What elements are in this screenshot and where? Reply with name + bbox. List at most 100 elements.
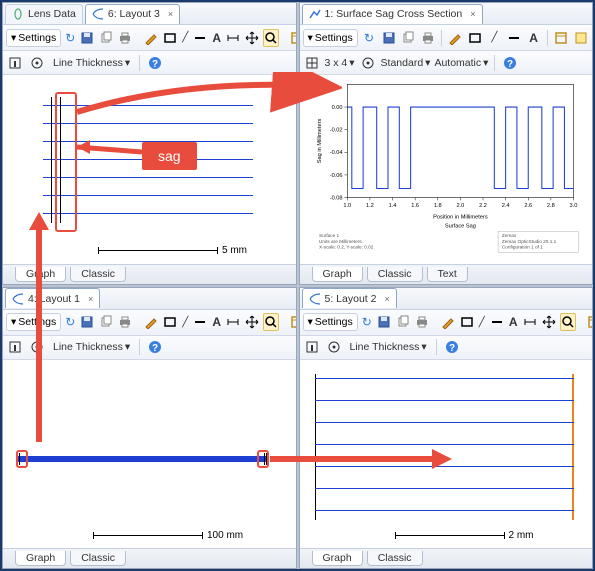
tab-lens-data[interactable]: Lens Data — [5, 4, 83, 24]
settings-dropdown[interactable]: ▾ Settings — [6, 313, 61, 331]
help-icon[interactable]: ? — [146, 338, 164, 356]
tab-bar: 4: Layout 1 × — [3, 288, 296, 310]
svg-text:2.4: 2.4 — [501, 203, 509, 209]
line-thickness-dropdown[interactable]: Line Thickness ▾ — [347, 341, 430, 353]
dimension-icon[interactable] — [225, 313, 241, 331]
line-icon[interactable] — [506, 29, 523, 47]
save-icon[interactable] — [79, 313, 95, 331]
settings-dropdown[interactable]: ▾ Settings — [6, 29, 61, 47]
line-style-icon[interactable]: ╱ — [486, 29, 503, 47]
canvas-layout-1[interactable]: 100 mm — [3, 360, 296, 549]
refresh-icon[interactable]: ↻ — [64, 313, 76, 331]
zoom-icon[interactable] — [263, 313, 279, 331]
line-style-icon[interactable]: ╱ — [181, 313, 189, 331]
dimension-icon[interactable] — [522, 313, 538, 331]
text-tool-icon[interactable]: A — [525, 29, 542, 47]
copy-icon[interactable] — [400, 29, 417, 47]
rect-icon[interactable] — [162, 313, 178, 331]
target-icon[interactable] — [359, 54, 377, 72]
rect-icon[interactable] — [467, 29, 484, 47]
tab-text[interactable]: Text — [427, 267, 468, 282]
line-icon[interactable] — [192, 313, 208, 331]
save-icon[interactable] — [79, 29, 95, 47]
line-thickness-dropdown[interactable]: Line Thickness ▾ — [50, 57, 133, 69]
help-icon[interactable]: ? — [443, 338, 461, 356]
text-tool-icon[interactable]: A — [508, 313, 519, 331]
auto-dropdown[interactable]: Automatic ▾ — [434, 57, 488, 69]
text-tool-icon[interactable]: A — [211, 29, 222, 47]
rect-icon[interactable] — [162, 29, 178, 47]
rect-icon[interactable] — [459, 313, 475, 331]
tab-label: 4: Layout 1 — [28, 293, 80, 305]
refresh-icon[interactable]: ↻ — [361, 29, 378, 47]
tab-graph[interactable]: Graph — [312, 551, 363, 566]
tab-layout-2[interactable]: 5: Layout 2 × — [302, 288, 397, 308]
print-icon[interactable] — [117, 313, 133, 331]
help-icon[interactable]: ? — [501, 54, 519, 72]
line-thickness-dropdown[interactable]: Line Thickness ▾ — [50, 341, 133, 353]
refresh-icon[interactable]: ↻ — [64, 29, 76, 47]
print-icon[interactable] — [419, 29, 436, 47]
svg-text:X-scale: 0.2, Y-scale: 0.02: X-scale: 0.2, Y-scale: 0.02 — [319, 244, 374, 249]
line-icon[interactable] — [489, 313, 505, 331]
mode-dropdown[interactable]: Standard ▾ — [381, 57, 431, 69]
brush-icon[interactable] — [440, 313, 456, 331]
help-icon[interactable]: ? — [146, 54, 164, 72]
close-icon[interactable]: × — [470, 9, 475, 19]
expand-icon[interactable] — [572, 29, 589, 47]
refresh-icon[interactable]: ↻ — [361, 313, 373, 331]
tab-layout-1[interactable]: 4: Layout 1 × — [5, 288, 100, 308]
move-icon[interactable] — [244, 313, 260, 331]
line-style-icon[interactable]: ╱ — [478, 313, 486, 331]
grid-size-dropdown[interactable]: 3 x 4 ▾ — [325, 57, 355, 69]
tab-layout-3[interactable]: 6: Layout 3 × — [85, 4, 180, 24]
settings-dropdown[interactable]: ▾ Settings — [303, 29, 358, 47]
copy-icon[interactable] — [98, 313, 114, 331]
target-icon[interactable] — [28, 54, 46, 72]
close-icon[interactable]: × — [384, 294, 389, 304]
zoom-icon[interactable] — [560, 313, 576, 331]
lock-layout-icon[interactable] — [6, 338, 24, 356]
line-style-icon[interactable]: ╱ — [181, 29, 189, 47]
target-icon[interactable] — [28, 338, 46, 356]
grid-icon[interactable] — [303, 54, 321, 72]
close-icon[interactable]: × — [168, 9, 173, 19]
target-icon[interactable] — [325, 338, 343, 356]
dimension-icon[interactable] — [225, 29, 241, 47]
brush-icon[interactable] — [447, 29, 464, 47]
tab-graph[interactable]: Graph — [15, 551, 66, 566]
line-icon[interactable] — [192, 29, 208, 47]
settings-dropdown[interactable]: ▾ Settings — [303, 313, 358, 331]
tab-graph[interactable]: Graph — [312, 267, 363, 282]
tab-classic[interactable]: Classic — [70, 551, 126, 566]
canvas-layout-2[interactable]: 2 mm — [300, 360, 593, 549]
window-icon[interactable] — [586, 313, 593, 331]
canvas-sag-chart[interactable]: 1.01.21.41.61.82.02.22.42.62.83.00.00-0.… — [300, 75, 593, 264]
copy-icon[interactable] — [395, 313, 411, 331]
print-icon[interactable] — [117, 29, 133, 47]
ray-line — [315, 466, 575, 467]
tab-classic[interactable]: Classic — [367, 551, 423, 566]
brush-icon[interactable] — [143, 29, 159, 47]
lock-layout-icon[interactable] — [6, 54, 24, 72]
window-icon[interactable] — [289, 29, 296, 47]
save-icon[interactable] — [380, 29, 397, 47]
window-icon[interactable] — [553, 29, 570, 47]
text-tool-icon[interactable]: A — [211, 313, 222, 331]
print-icon[interactable] — [414, 313, 430, 331]
move-icon[interactable] — [541, 313, 557, 331]
ray-line — [315, 422, 575, 423]
move-icon[interactable] — [244, 29, 260, 47]
close-icon[interactable]: × — [88, 294, 93, 304]
save-icon[interactable] — [376, 313, 392, 331]
tab-classic[interactable]: Classic — [70, 267, 126, 282]
svg-text:-0.06: -0.06 — [329, 173, 342, 179]
zoom-icon[interactable] — [263, 29, 279, 47]
window-icon[interactable] — [289, 313, 296, 331]
tab-graph[interactable]: Graph — [15, 267, 66, 282]
tab-classic[interactable]: Classic — [367, 267, 423, 282]
lock-layout-icon[interactable] — [303, 338, 321, 356]
tab-surface-sag[interactable]: 1: Surface Sag Cross Section × — [302, 4, 483, 24]
brush-icon[interactable] — [143, 313, 159, 331]
copy-icon[interactable] — [98, 29, 114, 47]
